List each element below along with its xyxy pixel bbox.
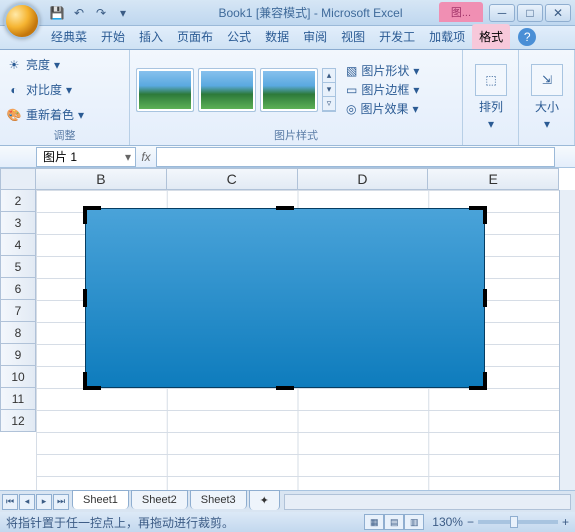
window-title: Book1 [兼容模式] - Microsoft Excel <box>132 4 489 21</box>
size-icon: ⇲ <box>531 64 563 96</box>
redo-icon[interactable]: ↷ <box>92 4 110 22</box>
save-icon[interactable]: 💾 <box>48 4 66 22</box>
view-normal[interactable]: ▦ <box>364 514 384 530</box>
row-header[interactable]: 11 <box>0 388 36 410</box>
qat-more-icon[interactable]: ▾ <box>114 4 132 22</box>
row-header[interactable]: 10 <box>0 366 36 388</box>
zoom-slider[interactable] <box>478 520 558 524</box>
zoom-level[interactable]: 130% <box>432 515 463 529</box>
brightness-button[interactable]: ☀亮度 ▾ <box>6 54 60 75</box>
tab-view[interactable]: 视图 <box>334 24 372 49</box>
sheet-tab-2[interactable]: Sheet2 <box>131 490 188 509</box>
style-gallery-scroll[interactable]: ▴▾▿ <box>322 68 336 112</box>
tab-insert[interactable]: 插入 <box>132 24 170 49</box>
tab-dev[interactable]: 开发工 <box>372 24 422 49</box>
vertical-scrollbar[interactable] <box>559 190 575 490</box>
tab-format[interactable]: 格式 <box>472 24 510 49</box>
crop-handle-tm[interactable] <box>276 206 294 212</box>
arrange-icon: ⬚ <box>475 64 507 96</box>
arrange-button[interactable]: ⬚排列▾ <box>469 64 513 131</box>
col-header[interactable]: E <box>428 168 559 190</box>
sheet-nav-prev[interactable]: ◂ <box>19 494 35 510</box>
tab-review[interactable]: 审阅 <box>296 24 334 49</box>
contrast-button[interactable]: ◐对比度 ▾ <box>6 79 72 100</box>
group-adjust-label: 调整 <box>6 125 123 143</box>
contextual-tab-label: 图... <box>439 2 483 22</box>
inserted-picture[interactable] <box>85 208 485 388</box>
row-header[interactable]: 4 <box>0 234 36 256</box>
picture-border-button[interactable]: ▭图片边框 ▾ <box>346 81 419 98</box>
tab-formula[interactable]: 公式 <box>220 24 258 49</box>
fx-icon[interactable]: fx <box>136 150 156 164</box>
picture-style-2[interactable] <box>198 68 256 112</box>
maximize-button[interactable]: □ <box>517 4 543 22</box>
brightness-icon: ☀ <box>6 57 22 73</box>
size-button[interactable]: ⇲大小▾ <box>525 64 569 131</box>
tab-layout[interactable]: 页面布 <box>170 24 220 49</box>
picture-style-3[interactable] <box>260 68 318 112</box>
horizontal-scrollbar[interactable] <box>284 494 571 510</box>
select-all-corner[interactable] <box>0 168 36 190</box>
tab-data[interactable]: 数据 <box>258 24 296 49</box>
sheet-tab-1[interactable]: Sheet1 <box>72 490 129 509</box>
tab-addin[interactable]: 加载项 <box>422 24 472 49</box>
sheet-nav-last[interactable]: ⏭ <box>53 494 69 510</box>
view-pagebreak[interactable]: ▥ <box>404 514 424 530</box>
crop-handle-tl[interactable] <box>83 206 101 224</box>
picture-style-1[interactable] <box>136 68 194 112</box>
crop-handle-ml[interactable] <box>83 289 89 307</box>
sheet-tab-3[interactable]: Sheet3 <box>190 490 247 509</box>
recolor-button[interactable]: 🎨重新着色 ▾ <box>6 104 84 125</box>
tab-classic[interactable]: 经典菜 <box>44 24 94 49</box>
minimize-button[interactable]: ─ <box>489 4 515 22</box>
crop-handle-bm[interactable] <box>276 384 294 390</box>
row-header[interactable]: 3 <box>0 212 36 234</box>
col-header[interactable]: B <box>36 168 167 190</box>
undo-icon[interactable]: ↶ <box>70 4 88 22</box>
crop-handle-br[interactable] <box>469 372 487 390</box>
worksheet-area[interactable]: B C D E 2 3 4 5 6 7 8 9 10 11 12 <box>0 168 575 490</box>
recolor-icon: 🎨 <box>6 107 22 123</box>
name-box[interactable]: 图片 1 <box>36 147 136 167</box>
formula-bar[interactable] <box>156 147 555 167</box>
effects-icon: ◎ <box>346 102 356 116</box>
col-header[interactable]: C <box>167 168 298 190</box>
close-button[interactable]: ✕ <box>545 4 571 22</box>
view-layout[interactable]: ▤ <box>384 514 404 530</box>
row-header[interactable]: 12 <box>0 410 36 432</box>
row-header[interactable]: 6 <box>0 278 36 300</box>
row-header[interactable]: 5 <box>0 256 36 278</box>
status-text: 将指针置于任一控点上，再拖动进行裁剪。 <box>6 514 364 531</box>
border-icon: ▭ <box>346 83 357 97</box>
group-styles-label: 图片样式 <box>136 125 456 143</box>
contrast-icon: ◐ <box>6 82 22 98</box>
sheet-tab-new[interactable]: ✦ <box>249 490 280 510</box>
picture-shape-button[interactable]: ▧图片形状 ▾ <box>346 62 419 79</box>
picture-effects-button[interactable]: ◎图片效果 ▾ <box>346 100 419 117</box>
sheet-nav-next[interactable]: ▸ <box>36 494 52 510</box>
row-header[interactable]: 8 <box>0 322 36 344</box>
crop-handle-mr[interactable] <box>481 289 487 307</box>
office-button[interactable] <box>4 3 40 39</box>
row-header[interactable]: 7 <box>0 300 36 322</box>
tab-home[interactable]: 开始 <box>94 24 132 49</box>
row-header[interactable]: 9 <box>0 344 36 366</box>
zoom-out[interactable]: − <box>467 515 474 529</box>
help-icon[interactable]: ? <box>518 28 536 46</box>
crop-handle-tr[interactable] <box>469 206 487 224</box>
zoom-in[interactable]: + <box>562 515 569 529</box>
col-header[interactable]: D <box>298 168 429 190</box>
row-header[interactable]: 2 <box>0 190 36 212</box>
shape-icon: ▧ <box>346 64 357 78</box>
crop-handle-bl[interactable] <box>83 372 101 390</box>
sheet-nav-first[interactable]: ⏮ <box>2 494 18 510</box>
